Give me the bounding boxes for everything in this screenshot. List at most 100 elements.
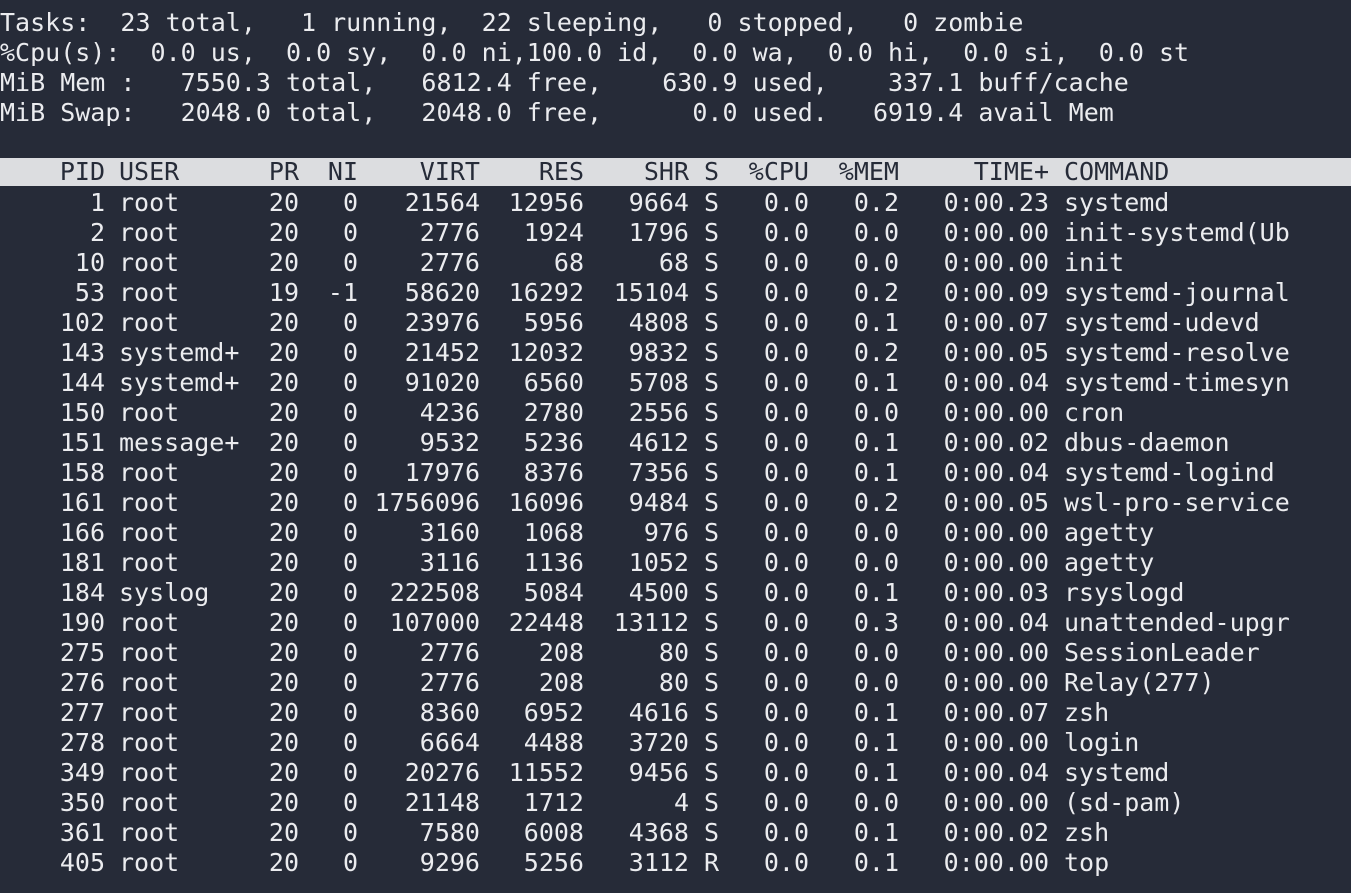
process-time: 0:00.04 — [943, 758, 1049, 787]
process-state: S — [704, 278, 720, 307]
process-shr: 4368 — [628, 818, 689, 847]
process-user: root — [119, 488, 180, 517]
process-nice: 0 — [342, 668, 358, 697]
process-command: zsh — [1064, 818, 1110, 847]
process-user: root — [119, 818, 180, 847]
process-virt: 9296 — [419, 848, 480, 877]
process-shr: 9832 — [628, 338, 689, 367]
process-nice: 0 — [342, 788, 358, 817]
process-pid: 190 — [59, 608, 105, 637]
process-nice: 0 — [342, 428, 358, 457]
process-user: root — [119, 788, 180, 817]
column-header-virt: VIRT — [419, 157, 480, 186]
process-mem: 0.1 — [853, 458, 899, 487]
process-row: 405 root 20 0 9296 5256 3112 R 0.0 0.1 0:00.00 top — [0, 848, 1351, 878]
process-res: 68 — [553, 248, 584, 277]
column-header-ni: NI — [327, 157, 358, 186]
process-priority: 20 — [268, 428, 299, 457]
process-virt: 4236 — [419, 398, 480, 427]
process-shr: 3720 — [628, 728, 689, 757]
process-pid: 158 — [59, 458, 105, 487]
process-mem: 0.0 — [853, 398, 899, 427]
column-header-pid: PID — [59, 157, 105, 186]
process-command: Relay(277) — [1064, 668, 1215, 697]
terminal-window[interactable]: Tasks: 23 total, 1 running, 22 sleeping,… — [0, 0, 1351, 893]
column-header-row: PID USER PR NI VIRT RES SHR S %CPU %MEM … — [0, 157, 1351, 187]
process-pid: 10 — [74, 248, 105, 277]
process-state: S — [704, 548, 720, 577]
process-virt: 91020 — [404, 368, 480, 397]
process-shr: 80 — [658, 638, 689, 667]
process-command: rsyslogd — [1064, 578, 1185, 607]
process-mem: 0.2 — [853, 188, 899, 217]
process-pid: 144 — [59, 368, 105, 397]
process-mem: 0.1 — [853, 728, 899, 757]
process-mem: 0.0 — [853, 248, 899, 277]
process-command: init — [1064, 248, 1125, 277]
process-priority: 20 — [268, 728, 299, 757]
process-state: S — [704, 818, 720, 847]
process-virt: 21452 — [404, 338, 480, 367]
cpu-summary: %Cpu(s): 0.0 us, 0.0 sy, 0.0 ni,100.0 id… — [0, 38, 1190, 67]
process-res: 5084 — [523, 578, 584, 607]
process-row: 276 root 20 0 2776 208 80 S 0.0 0.0 0:00.00 Relay(2… — [0, 668, 1351, 698]
process-state: S — [704, 368, 720, 397]
process-mem: 0.2 — [853, 488, 899, 517]
process-command: zsh — [1064, 698, 1110, 727]
process-virt: 1756096 — [374, 488, 480, 517]
process-mem: 0.1 — [853, 308, 899, 337]
process-virt: 58620 — [404, 278, 480, 307]
process-priority: 20 — [268, 758, 299, 787]
process-command: dbus-daemon — [1064, 428, 1230, 457]
process-shr: 1052 — [628, 548, 689, 577]
process-command: agetty — [1064, 548, 1155, 577]
process-state: S — [704, 398, 720, 427]
process-shr: 4616 — [628, 698, 689, 727]
process-row: 361 root 20 0 7580 6008 4368 S 0.0 0.1 0:00.02 zsh — [0, 818, 1351, 848]
process-state: R — [704, 848, 720, 877]
process-state: S — [704, 338, 720, 367]
process-cpu: 0.0 — [763, 188, 809, 217]
column-header-user: USER — [119, 157, 180, 186]
process-cpu: 0.0 — [763, 848, 809, 877]
process-virt: 9532 — [419, 428, 480, 457]
process-virt: 23976 — [404, 308, 480, 337]
process-nice: 0 — [342, 728, 358, 757]
process-command: SessionLeader — [1064, 638, 1260, 667]
process-command: cron — [1064, 398, 1125, 427]
process-virt: 3116 — [419, 548, 480, 577]
process-virt: 2776 — [419, 668, 480, 697]
process-cpu: 0.0 — [763, 398, 809, 427]
process-nice: 0 — [342, 758, 358, 787]
process-time: 0:00.00 — [943, 398, 1049, 427]
process-priority: 20 — [268, 188, 299, 217]
process-res: 6952 — [523, 698, 584, 727]
process-time: 0:00.05 — [943, 338, 1049, 367]
process-state: S — [704, 638, 720, 667]
process-state: S — [704, 758, 720, 787]
process-virt: 8360 — [419, 698, 480, 727]
process-shr: 4 — [673, 788, 689, 817]
process-priority: 20 — [268, 848, 299, 877]
process-state: S — [704, 218, 720, 247]
process-mem: 0.0 — [853, 668, 899, 697]
process-pid: 150 — [59, 398, 105, 427]
process-shr: 4612 — [628, 428, 689, 457]
process-mem: 0.1 — [853, 758, 899, 787]
process-cpu: 0.0 — [763, 368, 809, 397]
process-pid: 102 — [59, 308, 105, 337]
process-cpu: 0.0 — [763, 518, 809, 547]
process-cpu: 0.0 — [763, 758, 809, 787]
process-res: 1136 — [523, 548, 584, 577]
process-row: 161 root 20 0 1756096 16096 9484 S 0.0 0.2 0:00.05… — [0, 488, 1351, 518]
process-row: 150 root 20 0 4236 2780 2556 S 0.0 0.0 0:00.00 cron — [0, 398, 1351, 428]
process-shr: 7356 — [628, 458, 689, 487]
process-state: S — [704, 608, 720, 637]
process-nice: 0 — [342, 518, 358, 547]
process-cpu: 0.0 — [763, 608, 809, 637]
process-row: 158 root 20 0 17976 8376 7356 S 0.0 0.1 0:00.04 sys… — [0, 458, 1351, 488]
process-cpu: 0.0 — [763, 788, 809, 817]
process-priority: 20 — [268, 548, 299, 577]
process-user: root — [119, 668, 180, 697]
process-state: S — [704, 488, 720, 517]
